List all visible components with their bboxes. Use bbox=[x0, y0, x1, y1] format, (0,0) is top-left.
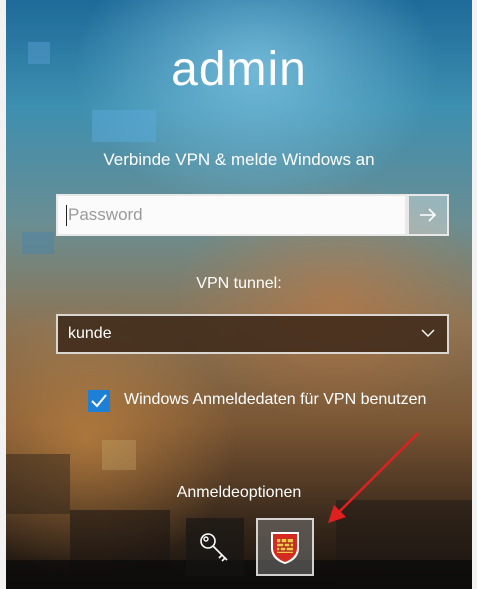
login-subtitle: Verbinde VPN & melde Windows an bbox=[103, 150, 375, 169]
bg-block bbox=[92, 110, 156, 142]
password-input[interactable] bbox=[58, 204, 405, 226]
vpn-tunnel-select[interactable]: kunde bbox=[56, 314, 449, 354]
vpn-shield-icon bbox=[271, 532, 299, 564]
submit-button[interactable] bbox=[407, 194, 449, 236]
text-caret bbox=[66, 205, 67, 226]
password-field[interactable] bbox=[56, 194, 407, 236]
annotation-arrow bbox=[328, 432, 419, 523]
key-option-button[interactable] bbox=[186, 518, 244, 576]
chevron-down-icon bbox=[421, 329, 435, 337]
checkmark-icon bbox=[91, 394, 107, 408]
key-icon bbox=[200, 533, 228, 562]
bg-block bbox=[22, 232, 54, 254]
vpn-credentials-checkbox[interactable] bbox=[88, 390, 110, 412]
bg-block bbox=[102, 440, 136, 470]
lock-screen-background: admin Verbinde VPN & melde Windows an VP… bbox=[6, 0, 472, 589]
user-name-title: admin bbox=[171, 43, 307, 96]
arrow-right-icon bbox=[420, 208, 437, 222]
vpn-tunnel-selected-value: kunde bbox=[68, 325, 112, 342]
vpn-tunnel-label: VPN tunnel: bbox=[196, 275, 282, 292]
vpn-credentials-label: Windows Anmeldedaten für VPN benutzen bbox=[124, 391, 427, 408]
